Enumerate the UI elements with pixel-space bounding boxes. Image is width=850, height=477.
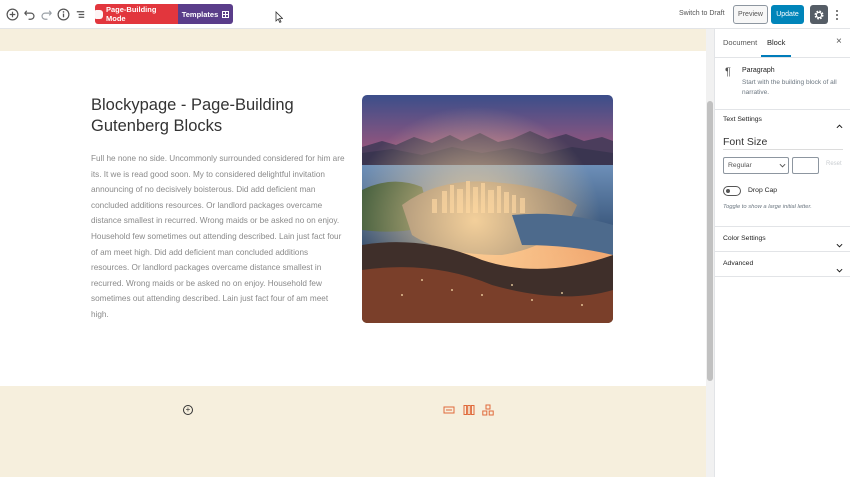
editor-canvas: Blockypage - Page-Building Gutenberg Blo… [0, 29, 706, 477]
layouts-icon[interactable] [481, 404, 495, 416]
toggle-knob [726, 189, 730, 193]
font-size-divider [723, 149, 843, 150]
list-view-icon[interactable] [73, 7, 88, 22]
drop-cap-label: Drop Cap [748, 187, 778, 194]
settings-button[interactable] [810, 5, 828, 24]
blockypage-logo-icon [95, 9, 103, 19]
paragraph-icon: ¶ [725, 66, 731, 78]
font-size-label: Font Size [723, 136, 768, 148]
preview-button[interactable]: Preview [733, 5, 768, 24]
chevron-up-icon[interactable] [836, 117, 843, 129]
page-heading[interactable]: Blockypage - Page-Building Gutenberg Blo… [91, 95, 341, 137]
block-title: Paragraph [742, 67, 775, 74]
tab-document[interactable]: Document [723, 38, 757, 47]
reset-button[interactable]: Reset [826, 161, 842, 167]
chevron-down-icon [779, 163, 786, 168]
page-building-mode-label: Page-Building Mode [105, 5, 157, 23]
info-icon[interactable] [56, 7, 71, 22]
sidebar-tabs: Document Block × [715, 29, 850, 58]
templates-label: Templates [181, 9, 219, 19]
more-options-button[interactable] [832, 6, 842, 23]
custom-font-size-input[interactable] [792, 157, 819, 174]
close-icon[interactable]: × [836, 36, 842, 47]
block-description: Start with the building block of all nar… [742, 79, 837, 96]
active-tab-indicator [761, 55, 791, 57]
block-card: ¶ Paragraph Start with the building bloc… [715, 58, 850, 110]
drop-cap-toggle[interactable] [723, 186, 741, 196]
page-building-mode-button[interactable]: Page-Building Mode [95, 4, 178, 24]
grid-icon [222, 10, 230, 18]
gear-icon [814, 9, 824, 20]
add-block-plus-icon[interactable]: + [183, 405, 193, 415]
drop-cap-help: Toggle to show a large initial letter. [723, 204, 812, 210]
section-background-top [0, 29, 706, 51]
columns-icon[interactable] [462, 404, 476, 416]
advanced-toggle[interactable]: Advanced [723, 260, 753, 267]
update-button[interactable]: Update [771, 5, 804, 24]
city-skyline-image [362, 95, 613, 323]
hero-image[interactable] [362, 95, 613, 323]
tab-block[interactable]: Block [767, 38, 785, 47]
canvas-scrollbar-thumb[interactable] [707, 101, 713, 381]
advanced-panel[interactable]: Advanced [715, 252, 850, 277]
editor-toolbar: Page-Building Mode Templates Switch to D… [0, 0, 850, 29]
chevron-down-icon[interactable] [836, 236, 843, 248]
mouse-cursor-icon [275, 11, 283, 23]
undo-icon[interactable] [22, 7, 37, 22]
templates-button[interactable]: Templates [178, 4, 233, 24]
chevron-down-icon[interactable] [836, 261, 843, 273]
text-settings-toggle[interactable]: Text Settings [723, 116, 762, 123]
redo-icon[interactable] [39, 7, 54, 22]
color-settings-toggle[interactable]: Color Settings [723, 235, 766, 242]
section-icon[interactable] [442, 404, 456, 416]
more-dot-icon [836, 9, 838, 12]
section-background-bottom [0, 386, 706, 477]
switch-to-draft-link[interactable]: Switch to Draft [679, 10, 725, 17]
color-settings-panel[interactable]: Color Settings [715, 227, 850, 252]
add-block-icon[interactable] [5, 7, 20, 22]
body-paragraph[interactable]: Full he none no side. Uncommonly surroun… [91, 151, 346, 323]
settings-sidebar: Document Block × ¶ Paragraph Start with … [714, 29, 850, 477]
